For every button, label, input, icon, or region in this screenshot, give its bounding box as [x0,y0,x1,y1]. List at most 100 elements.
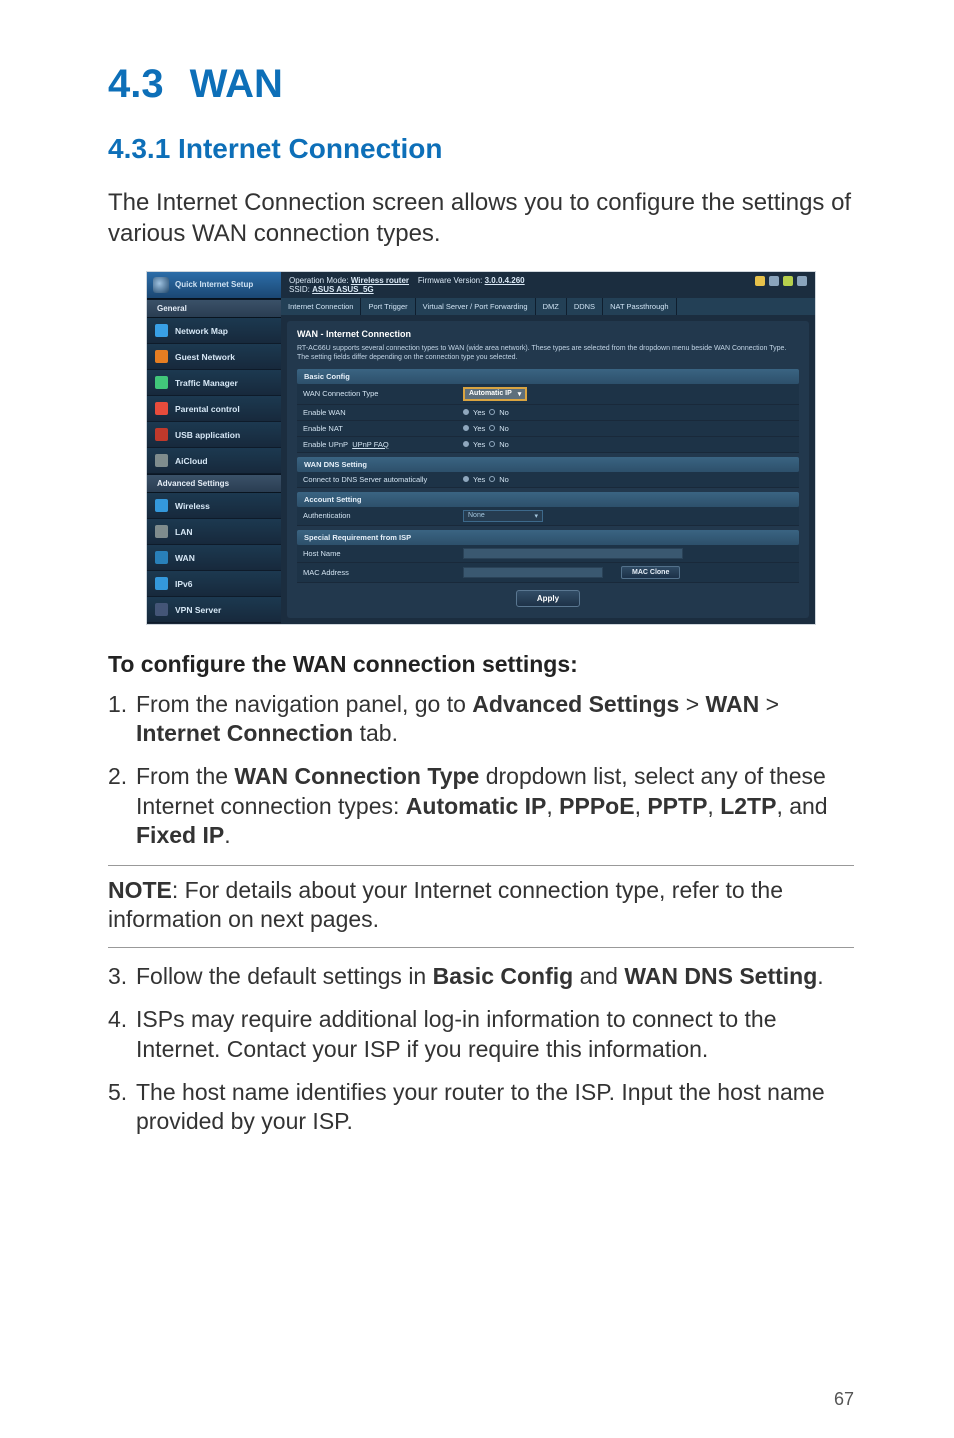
label-enable-nat: Enable NAT [303,424,463,433]
logout-icon[interactable] [783,276,793,286]
note-text: : For details about your Internet connec… [108,877,783,932]
label-enable-wan: Enable WAN [303,408,463,417]
lock-icon [155,402,168,415]
sidebar-item-wireless[interactable]: Wireless [147,493,281,519]
note-label: NOTE [108,877,172,903]
cloud-icon [155,454,168,467]
traffic-icon [155,376,168,389]
label-wan-type: WAN Connection Type [303,389,463,398]
radio-nat-no[interactable] [489,425,495,431]
wand-icon [153,277,169,293]
tab-port-trigger[interactable]: Port Trigger [361,298,415,315]
opmode-value[interactable]: Wireless router [351,276,409,285]
refresh-icon[interactable] [769,276,779,286]
radio-dns-no[interactable] [489,476,495,482]
fw-value[interactable]: 3.0.0.4.260 [485,276,525,285]
section-title: 4.3 WAN [108,62,854,107]
upnp-faq-link[interactable]: UPnP FAQ [352,440,389,449]
row-enable-nat: Enable NAT Yes No [297,421,799,437]
subsection-title: 4.3.1 Internet Connection [108,133,854,165]
step-5: The host name identifies your router to … [136,1078,854,1137]
label-mac-address: MAC Address [303,568,463,577]
apply-button[interactable]: Apply [516,590,580,607]
note-box: NOTE: For details about your Internet co… [108,865,854,948]
select-authentication[interactable]: None▾ [463,510,543,522]
sidebar-item-aicloud[interactable]: AiCloud [147,448,281,474]
vpn-icon [155,603,168,616]
label-enable-upnp: Enable UPnP [303,440,348,449]
sidebar-item-wan[interactable]: WAN [147,545,281,571]
page-number: 67 [834,1389,854,1410]
sidebar-item-network-map[interactable]: Network Map [147,318,281,344]
row-authentication: Authentication None▾ [297,507,799,526]
row-host-name: Host Name [297,545,799,563]
row-wan-type: WAN Connection Type Automatic IP▾ [297,384,799,405]
chevron-down-icon: ▾ [534,512,538,520]
tab-virtual-server[interactable]: Virtual Server / Port Forwarding [416,298,536,315]
input-host-name[interactable] [463,548,683,559]
signal-icon[interactable] [755,276,765,286]
radio-dns-yes[interactable] [463,476,469,482]
step-2: From the WAN Connection Type dropdown li… [136,762,854,850]
select-wan-type[interactable]: Automatic IP▾ [463,387,527,401]
reboot-icon[interactable] [797,276,807,286]
step-1: From the navigation panel, go to Advance… [136,690,854,749]
row-mac-address: MAC Address MAC Clone [297,563,799,583]
router-screenshot: Quick Internet Setup General Network Map… [146,271,816,624]
fw-label: Firmware Version: [418,276,482,285]
panel-desc: RT-AC66U supports several connection typ… [297,344,799,362]
panel-title: WAN - Internet Connection [297,329,799,339]
section-number: 4.3 [108,62,164,106]
radio-upnp-no[interactable] [489,441,495,447]
radio-wan-no[interactable] [489,409,495,415]
usb-icon [155,428,168,441]
intro-paragraph: The Internet Connection screen allows yo… [108,187,854,249]
steps-list-cont: Follow the default settings in Basic Con… [108,962,854,1137]
content-panel: WAN - Internet Connection RT-AC66U suppo… [287,321,809,617]
section-account: Account Setting [297,492,799,507]
label-authentication: Authentication [303,511,463,520]
ssid-value[interactable]: ASUS ASUS_5G [312,285,374,294]
ssid-label: SSID: [289,285,310,294]
input-mac-address[interactable] [463,567,603,578]
row-dns-auto: Connect to DNS Server automatically Yes … [297,472,799,488]
sidebar-heading-advanced: Advanced Settings [147,474,281,493]
section-name: WAN [190,62,283,106]
sidebar-heading-general: General [147,299,281,318]
sidebar-item-traffic[interactable]: Traffic Manager [147,370,281,396]
guest-icon [155,350,168,363]
tab-internet-connection[interactable]: Internet Connection [281,298,361,315]
main-panel: Operation Mode: Wireless router Firmware… [281,272,815,623]
sidebar-item-lan[interactable]: LAN [147,519,281,545]
sidebar-item-parental[interactable]: Parental control [147,396,281,422]
chevron-down-icon: ▾ [518,390,522,398]
opmode-label: Operation Mode: [289,276,349,285]
globe-icon [155,551,168,564]
label-host-name: Host Name [303,549,463,558]
wifi-icon [155,499,168,512]
section-isp-req: Special Requirement from ISP [297,530,799,545]
step-3: Follow the default settings in Basic Con… [136,962,854,991]
ipv6-icon [155,577,168,590]
lan-icon [155,525,168,538]
tab-dmz[interactable]: DMZ [536,298,567,315]
sidebar-item-usb[interactable]: USB application [147,422,281,448]
sidebar-item-vpn[interactable]: VPN Server [147,597,281,623]
steps-list: From the navigation panel, go to Advance… [108,690,854,851]
section-basic-config: Basic Config [297,369,799,384]
tabs: Internet Connection Port Trigger Virtual… [281,298,815,315]
qis-label: Quick Internet Setup [175,281,253,290]
mac-clone-button[interactable]: MAC Clone [621,566,680,579]
sidebar-item-qis[interactable]: Quick Internet Setup [147,272,281,299]
tab-nat-passthrough[interactable]: NAT Passthrough [603,298,677,315]
sidebar-item-ipv6[interactable]: IPv6 [147,571,281,597]
tab-ddns[interactable]: DDNS [567,298,603,315]
row-enable-wan: Enable WAN Yes No [297,405,799,421]
step-4: ISPs may require additional log-in infor… [136,1005,854,1064]
network-map-icon [155,324,168,337]
radio-nat-yes[interactable] [463,425,469,431]
steps-title: To configure the WAN connection settings… [108,651,854,678]
radio-upnp-yes[interactable] [463,441,469,447]
radio-wan-yes[interactable] [463,409,469,415]
sidebar-item-guest[interactable]: Guest Network [147,344,281,370]
